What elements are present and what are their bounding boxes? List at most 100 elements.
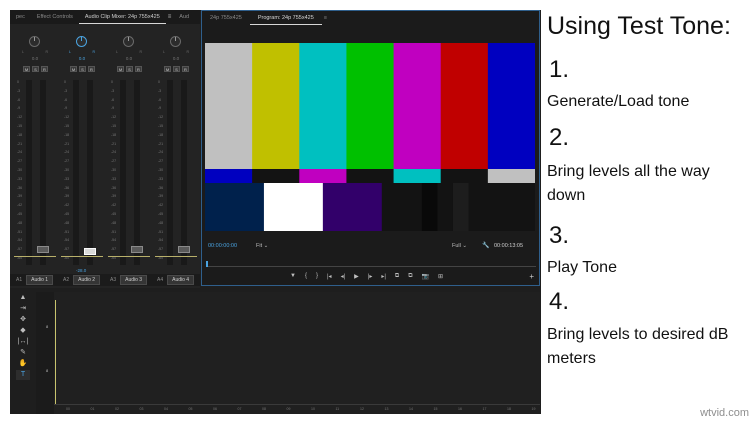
- db-tick-label: -33: [158, 176, 164, 181]
- mute-button[interactable]: M: [117, 66, 124, 72]
- track-name-button[interactable]: Audio 1: [26, 275, 54, 285]
- solo-button[interactable]: S: [79, 66, 86, 72]
- playhead-marker[interactable]: [206, 261, 208, 267]
- ruler-tick-label: 00: [66, 407, 70, 411]
- mute-solo-record-group: MSR: [70, 66, 95, 72]
- hand-tool-icon[interactable]: ✋: [16, 359, 30, 369]
- pan-value[interactable]: 0.0: [123, 56, 135, 61]
- smpte-color-bars: [205, 43, 535, 231]
- pan-knob[interactable]: [29, 36, 40, 47]
- db-tick-label: -6: [158, 97, 162, 102]
- current-timecode[interactable]: 00:00:00:00: [208, 243, 237, 249]
- panel-menu-icon[interactable]: ≡: [166, 14, 174, 20]
- track-name-button[interactable]: Audio 3: [120, 275, 148, 285]
- volume-fader-handle[interactable]: [131, 246, 143, 253]
- db-tick-label: -12: [17, 115, 23, 120]
- slip-tool-icon[interactable]: |↔|: [16, 337, 30, 347]
- volume-fader-track[interactable]: [40, 80, 46, 265]
- track-name-button[interactable]: Audio 2: [73, 275, 101, 285]
- mute-button[interactable]: M: [23, 66, 30, 72]
- go-to-out-icon[interactable]: ▸|: [381, 273, 386, 280]
- color-bar-top: [252, 43, 300, 169]
- track-name-button[interactable]: Audio 4: [167, 275, 195, 285]
- tab-program-monitor[interactable]: Program: 24p 755x425: [249, 12, 322, 25]
- ruler-tick-label: 04: [164, 407, 168, 411]
- comparison-view-icon[interactable]: ⊞: [438, 273, 443, 280]
- lift-icon[interactable]: ⧉: [395, 273, 399, 280]
- record-button[interactable]: R: [41, 66, 48, 72]
- ruler-tick-label: 08: [262, 407, 266, 411]
- time-ruler[interactable]: 00 01 02 03 04 05 06 07 08 09 10 11 12 13 14 15 16 17 18 19: [54, 404, 540, 414]
- color-bar-mid: [440, 169, 489, 183]
- pan-knob[interactable]: [123, 36, 134, 47]
- mute-solo-record-group: MSR: [117, 66, 142, 72]
- db-tick-label: -48: [17, 220, 23, 225]
- volume-fader-handle[interactable]: [37, 246, 49, 253]
- play-icon[interactable]: ▶: [354, 273, 359, 280]
- go-to-in-icon[interactable]: |◂: [327, 273, 332, 280]
- record-button[interactable]: R: [88, 66, 95, 72]
- color-bar-mid: [346, 169, 395, 183]
- tab-effect-controls[interactable]: Effect Controls: [31, 14, 79, 20]
- record-button[interactable]: R: [182, 66, 189, 72]
- type-tool-icon[interactable]: T: [16, 370, 30, 380]
- pen-tool-icon[interactable]: ✎: [16, 348, 30, 358]
- solo-button[interactable]: S: [32, 66, 39, 72]
- playhead-scrubber[interactable]: [206, 261, 536, 267]
- mixer-tab-bar: pec Effect Controls Audio Clip Mixer: 24…: [10, 10, 200, 24]
- color-bar-bottom: [437, 183, 454, 231]
- tab-audio-partial[interactable]: Aud: [173, 14, 195, 20]
- db-tick-label: -24: [17, 150, 23, 155]
- db-tick-label: -21: [17, 141, 23, 146]
- volume-fader-track[interactable]: [181, 80, 187, 265]
- panel-menu-icon[interactable]: ≡: [322, 15, 329, 21]
- tab-effects-partial[interactable]: pec: [10, 14, 31, 20]
- export-frame-icon[interactable]: 📷: [422, 273, 429, 280]
- playback-resolution-dropdown[interactable]: Full ⌄: [452, 243, 467, 249]
- record-button[interactable]: R: [135, 66, 142, 72]
- selection-tool-icon[interactable]: ▲: [16, 293, 30, 303]
- tab-source-sequence[interactable]: 24p 755x425: [202, 15, 250, 21]
- color-bar-mid: [299, 169, 347, 183]
- pan-value[interactable]: 0.0: [76, 56, 88, 61]
- tab-audio-clip-mixer[interactable]: Audio Clip Mixer: 24p 755x425: [78, 11, 166, 24]
- db-tick-label: -6: [64, 97, 68, 102]
- volume-fader-handle[interactable]: [84, 248, 96, 255]
- mute-button[interactable]: M: [70, 66, 77, 72]
- timeline-playhead-line[interactable]: [55, 300, 56, 404]
- fader-value[interactable]: -28.0: [76, 268, 86, 273]
- fader-baseline: [108, 256, 150, 257]
- ruler-tick-label: 10: [311, 407, 315, 411]
- step-forward-icon[interactable]: |▸: [368, 273, 373, 280]
- pan-value[interactable]: 0.0: [170, 56, 182, 61]
- step-back-icon[interactable]: ◂|: [341, 273, 346, 280]
- wrench-icon[interactable]: 🔧: [482, 242, 489, 249]
- add-marker-icon[interactable]: ▼: [290, 273, 296, 280]
- mark-out-icon[interactable]: }: [316, 273, 318, 280]
- razor-tool-icon[interactable]: ◆: [16, 326, 30, 336]
- db-tick-label: -21: [64, 141, 70, 146]
- db-tick-label: -36: [158, 185, 164, 190]
- volume-fader-track[interactable]: [87, 80, 93, 265]
- pan-value[interactable]: 0.0: [29, 56, 41, 61]
- pan-knob[interactable]: [76, 36, 87, 47]
- pan-right-label: R: [139, 50, 142, 54]
- volume-fader-track[interactable]: [134, 80, 140, 265]
- mark-in-icon[interactable]: {: [305, 273, 307, 280]
- volume-fader-handle[interactable]: [178, 246, 190, 253]
- chevron-down-icon: ⌄: [263, 243, 269, 249]
- ruler-tick-label: 14: [409, 407, 413, 411]
- db-tick-label: -6: [17, 97, 21, 102]
- pan-knob[interactable]: [170, 36, 181, 47]
- track-select-tool-icon[interactable]: ⇥: [16, 304, 30, 314]
- mute-button[interactable]: M: [164, 66, 171, 72]
- zoom-fit-dropdown[interactable]: Fit ⌄: [256, 243, 268, 249]
- solo-button[interactable]: S: [173, 66, 180, 72]
- ruler-tick-label: 11: [335, 407, 340, 411]
- solo-button[interactable]: S: [126, 66, 133, 72]
- step-4-number: 4.: [549, 288, 570, 315]
- extract-icon[interactable]: ⧉: [408, 273, 412, 280]
- color-bar-bottom: [322, 183, 383, 231]
- button-editor-plus-icon[interactable]: +: [529, 272, 534, 281]
- move-tool-icon[interactable]: ✥: [16, 315, 30, 325]
